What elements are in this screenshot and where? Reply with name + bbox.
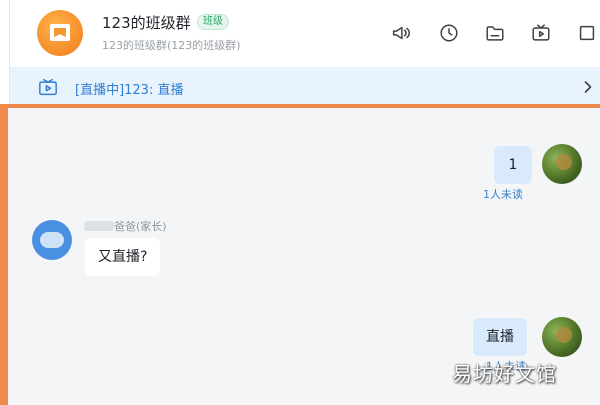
my-avatar[interactable]	[542, 144, 582, 184]
group-type-badge: 班级	[197, 14, 229, 30]
watermark: 易坊好文馆	[452, 362, 557, 386]
message-bubble[interactable]: 1	[494, 146, 532, 184]
more-icon[interactable]	[576, 22, 598, 44]
group-subtitle: 123的班级群(123的班级群)	[102, 39, 241, 52]
message-bubble[interactable]: 直播	[473, 318, 527, 356]
history-icon[interactable]	[438, 22, 460, 44]
folder-icon[interactable]	[484, 22, 506, 44]
book-icon	[50, 24, 70, 41]
chat-header: 123的班级群 班级 123的班级群(123的班级群)	[10, 0, 600, 67]
group-avatar[interactable]	[37, 10, 83, 56]
live-status-text: [直播中]123: 直播	[75, 83, 184, 98]
chevron-right-icon[interactable]	[582, 79, 594, 95]
live-tv-icon[interactable]	[530, 22, 552, 44]
my-avatar[interactable]	[542, 317, 582, 357]
announcement-icon[interactable]	[390, 22, 412, 44]
sender-name: 爸爸(家长)	[114, 220, 167, 233]
live-tv-icon	[38, 78, 58, 96]
read-status[interactable]: 1人未读	[483, 186, 523, 202]
message-bubble[interactable]: 又直播?	[85, 238, 161, 276]
live-banner[interactable]: [直播中]123: 直播	[10, 67, 600, 107]
group-title: 123的班级群	[102, 14, 191, 32]
sender-avatar[interactable]	[32, 220, 72, 260]
redacted-name	[84, 221, 114, 231]
